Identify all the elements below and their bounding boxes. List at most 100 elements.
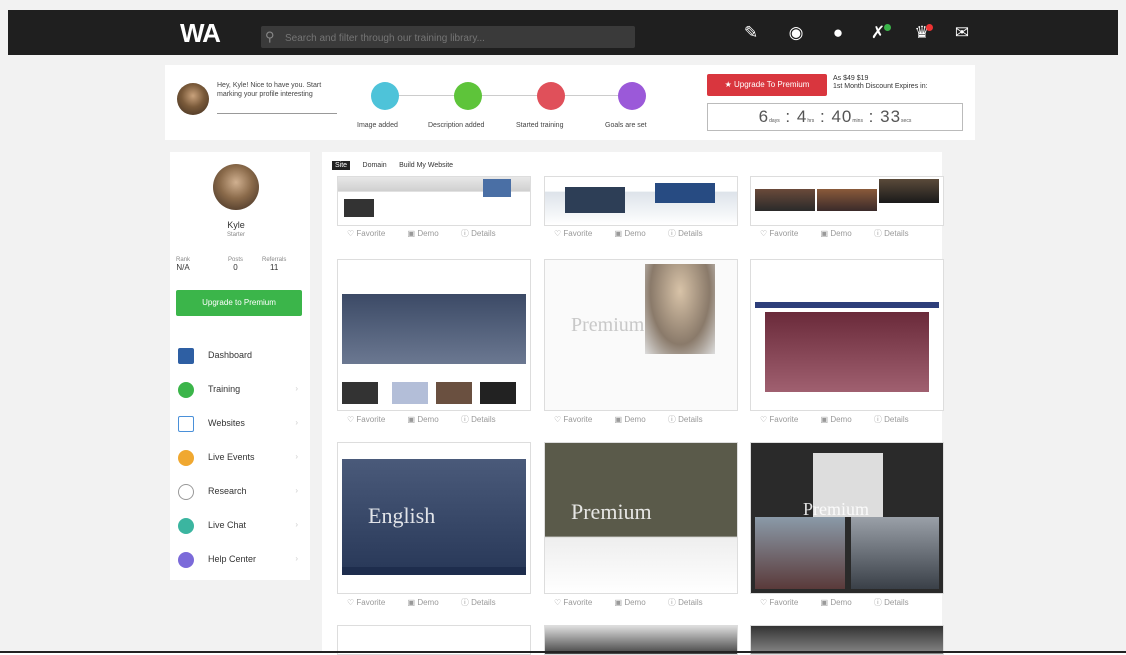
favorite-label: Favorite	[769, 415, 799, 424]
demo-button[interactable]: ▣ Demo	[408, 415, 449, 424]
sidebar-item-label: Dashboard	[208, 350, 253, 360]
mail-icon[interactable]: ✉	[952, 23, 972, 43]
card-actions: ♡ Favorite ▣ Demo ⓘ Details	[347, 597, 516, 608]
details-button[interactable]: ⓘ Details	[668, 415, 713, 424]
details-button[interactable]: ⓘ Details	[461, 598, 506, 607]
favorite-button[interactable]: ♡ Favorite	[760, 229, 808, 238]
theme-card[interactable]: ♡ Favorite ▣ Demo ⓘ Details	[750, 259, 944, 429]
countdown-hours-unit: hrs	[807, 118, 815, 124]
sidebar-item-dashboard[interactable]: Dashboard	[178, 344, 304, 368]
theme-card[interactable]	[750, 625, 944, 655]
favorite-button[interactable]: ♡ Favorite	[347, 415, 395, 424]
theme-card[interactable]: ♡ Favorite ▣ Demo ⓘ Details	[750, 176, 944, 244]
stat-value: 0	[233, 263, 238, 272]
upgrade-premium-button[interactable]: ★ Upgrade To Premium	[707, 74, 827, 96]
demo-button[interactable]: ▣ Demo	[821, 598, 862, 607]
info-icon[interactable]: ●	[828, 23, 848, 43]
theme-thumbnail[interactable]	[544, 176, 738, 226]
details-button[interactable]: ⓘ Details	[668, 598, 713, 607]
sidebar-item-research[interactable]: Research ›	[178, 480, 304, 504]
theme-card[interactable]: Premium ♡ Favorite ▣ Demo ⓘ Details	[544, 442, 738, 612]
demo-button[interactable]: ▣ Demo	[408, 598, 449, 607]
details-button[interactable]: ⓘ Details	[461, 415, 506, 424]
steps-connector	[380, 95, 625, 96]
theme-thumbnail[interactable]	[337, 259, 531, 411]
pencil-icon[interactable]: ✎	[741, 23, 761, 43]
theme-thumbnail[interactable]: Premium	[750, 442, 944, 594]
profile-avatar[interactable]	[213, 164, 259, 210]
favorite-button[interactable]: ♡ Favorite	[554, 415, 602, 424]
tab-bar: Site Domain Build My Website	[332, 157, 461, 175]
sidebar-item-help-center[interactable]: Help Center ›	[178, 548, 304, 572]
stat-value: N/A	[176, 263, 190, 272]
tab-site[interactable]: Site	[332, 161, 351, 171]
countdown-days: 6	[758, 107, 770, 126]
demo-label: Demo	[417, 229, 439, 238]
avatar[interactable]	[177, 83, 209, 115]
demo-button[interactable]: ▣ Demo	[821, 229, 862, 238]
step-description-added[interactable]	[454, 82, 482, 110]
theme-card[interactable]: ♡ Favorite ▣ Demo ⓘ Details	[544, 176, 738, 244]
favorite-button[interactable]: ♡ Favorite	[554, 598, 602, 607]
sidebar-item-training[interactable]: Training ›	[178, 378, 304, 402]
favorite-button[interactable]: ♡ Favorite	[760, 598, 808, 607]
details-button[interactable]: ⓘ Details	[874, 598, 919, 607]
theme-thumbnail[interactable]: Premium	[544, 442, 738, 594]
favorite-button[interactable]: ♡ Favorite	[347, 229, 395, 238]
sidebar-upgrade-button[interactable]: Upgrade to Premium	[176, 290, 302, 316]
details-button[interactable]: ⓘ Details	[461, 229, 506, 238]
offer-expiry: 1st Month Discount Expires in:	[833, 83, 928, 90]
countdown-hours: 4	[796, 107, 808, 126]
theme-thumbnail[interactable]: Premium	[544, 259, 738, 411]
sidebar-item-label: Websites	[208, 418, 245, 428]
favorite-button[interactable]: ♡ Favorite	[760, 415, 808, 424]
favorite-label: Favorite	[356, 229, 386, 238]
tab-build-my-website[interactable]: Build My Website	[399, 162, 453, 169]
theme-card[interactable]	[544, 625, 738, 655]
demo-button[interactable]: ▣ Demo	[615, 598, 656, 607]
step-goals-set[interactable]	[618, 82, 646, 110]
tab-domain[interactable]: Domain	[363, 162, 387, 169]
theme-card[interactable]	[337, 625, 531, 655]
demo-button[interactable]: ▣ Demo	[408, 229, 449, 238]
theme-card[interactable]: ♡ Favorite ▣ Demo ⓘ Details	[337, 259, 531, 429]
details-label: Details	[678, 229, 703, 238]
details-button[interactable]: ⓘ Details	[874, 415, 919, 424]
theme-thumbnail[interactable]	[750, 176, 944, 226]
offer-text: As $49 $19 1st Month Discount Expires in…	[833, 75, 928, 91]
sidebar-item-websites[interactable]: Websites ›	[178, 412, 304, 436]
step-started-training[interactable]	[537, 82, 565, 110]
details-label: Details	[471, 415, 496, 424]
theme-title: English	[368, 503, 436, 528]
step-label: Description added	[428, 122, 485, 129]
theme-card[interactable]: Premium ♡ Favorite ▣ Demo ⓘ Details	[750, 442, 944, 612]
step-image-added[interactable]	[371, 82, 399, 110]
details-label: Details	[884, 415, 909, 424]
card-actions: ♡ Favorite ▣ Demo ⓘ Details	[554, 597, 723, 608]
demo-button[interactable]: ▣ Demo	[821, 415, 862, 424]
demo-button[interactable]: ▣ Demo	[615, 415, 656, 424]
sidebar-item-live-chat[interactable]: Live Chat ›	[178, 514, 304, 538]
search-input[interactable]	[283, 28, 627, 48]
theme-card[interactable]: ♡ Favorite ▣ Demo ⓘ Details	[337, 176, 531, 244]
theme-card[interactable]: English ♡ Favorite ▣ Demo ⓘ Details	[337, 442, 531, 612]
support-icon[interactable]: ◉	[786, 23, 806, 43]
favorite-button[interactable]: ♡ Favorite	[347, 598, 395, 607]
theme-thumbnail[interactable]	[750, 259, 944, 411]
details-label: Details	[678, 415, 703, 424]
theme-thumbnail[interactable]	[337, 176, 531, 226]
wa-logo[interactable]: WA	[180, 18, 221, 49]
demo-button[interactable]: ▣ Demo	[615, 229, 656, 238]
search-box[interactable]: ⚲	[261, 26, 635, 48]
chat-icon	[178, 518, 194, 534]
favorite-label: Favorite	[563, 229, 593, 238]
details-button[interactable]: ⓘ Details	[668, 229, 713, 238]
profile-name[interactable]: Kyle	[200, 220, 272, 230]
theme-card[interactable]: Premium ♡ Favorite ▣ Demo ⓘ Details	[544, 259, 738, 429]
demo-label: Demo	[830, 229, 852, 238]
details-button[interactable]: ⓘ Details	[874, 229, 919, 238]
sidebar-item-live-events[interactable]: Live Events ›	[178, 446, 304, 470]
card-actions: ♡ Favorite ▣ Demo ⓘ Details	[554, 414, 723, 425]
favorite-button[interactable]: ♡ Favorite	[554, 229, 602, 238]
theme-thumbnail[interactable]: English	[337, 442, 531, 594]
